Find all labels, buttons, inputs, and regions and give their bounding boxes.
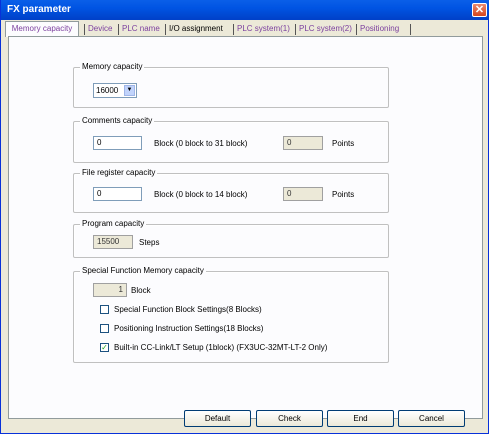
- window-title: FX parameter: [7, 4, 71, 15]
- memory-capacity-legend: Memory capacity: [80, 62, 145, 71]
- positioning-instruction-checkbox[interactable]: [100, 324, 109, 333]
- comments-capacity-legend: Comments capacity: [80, 116, 155, 125]
- tab-positioning[interactable]: Positioning: [360, 22, 399, 36]
- tab-plc-name[interactable]: PLC name: [122, 22, 160, 36]
- cc-link-lt-checkbox[interactable]: ✓: [100, 343, 109, 352]
- tab-separator: [165, 24, 166, 35]
- chevron-down-icon[interactable]: ▼: [124, 85, 135, 96]
- tab-panel: Memory capacity 16000 ▼ Comments capacit…: [8, 36, 483, 427]
- program-capacity-unit: Steps: [139, 238, 160, 247]
- memory-capacity-group: Memory capacity 16000 ▼: [73, 62, 389, 108]
- file-register-range-label: Block (0 block to 14 block): [154, 190, 248, 199]
- tab-separator: [295, 24, 296, 35]
- special-function-block-label: Block: [131, 286, 151, 295]
- default-button[interactable]: Default: [184, 410, 251, 427]
- program-capacity-value: 15500: [93, 235, 133, 249]
- comments-points-value: 0: [283, 136, 323, 150]
- tab-plc-system-1[interactable]: PLC system(1): [237, 22, 290, 36]
- tab-separator: [118, 24, 119, 35]
- tab-plc-system-2[interactable]: PLC system(2): [299, 22, 352, 36]
- tab-io-assignment[interactable]: I/O assignment: [169, 22, 223, 36]
- check-button[interactable]: Check: [256, 410, 323, 427]
- comments-range-label: Block (0 block to 31 block): [154, 139, 248, 148]
- memory-capacity-select[interactable]: 16000 ▼: [93, 83, 137, 98]
- special-function-block-label-text: Special Function Block Settings(8 Blocks…: [114, 305, 262, 314]
- program-capacity-group: Program capacity 15500 Steps: [73, 219, 389, 258]
- cancel-button[interactable]: Cancel: [398, 410, 465, 427]
- file-register-group: File register capacity 0 Block (0 block …: [73, 168, 389, 213]
- memory-capacity-value: 16000: [96, 86, 119, 95]
- title-bar[interactable]: FX parameter ✕: [1, 0, 489, 20]
- tab-separator: [356, 24, 357, 35]
- special-function-block-checkbox[interactable]: [100, 305, 109, 314]
- comments-points-label: Points: [332, 139, 355, 148]
- special-function-legend: Special Function Memory capacity: [80, 266, 206, 275]
- close-icon[interactable]: ✕: [472, 3, 487, 17]
- cc-link-lt-label: Built-in CC-Link/LT Setup (1block) (FX3U…: [114, 343, 328, 352]
- file-register-points-label: Points: [332, 190, 355, 199]
- special-function-block-value: 1: [93, 283, 127, 297]
- tab-memory-capacity[interactable]: Memory capacity: [5, 21, 79, 37]
- file-register-points-value: 0: [283, 187, 323, 201]
- positioning-instruction-label: Positioning Instruction Settings(18 Bloc…: [114, 324, 264, 333]
- tab-device[interactable]: Device: [88, 22, 112, 36]
- tab-separator: [233, 24, 234, 35]
- tab-separator: [84, 24, 85, 35]
- comments-capacity-group: Comments capacity 0 Block (0 block to 31…: [73, 116, 389, 163]
- file-register-input[interactable]: 0: [93, 187, 142, 201]
- tab-separator: [410, 24, 411, 35]
- special-function-group: Special Function Memory capacity 1 Block…: [73, 266, 389, 363]
- program-capacity-legend: Program capacity: [80, 219, 147, 228]
- comments-capacity-input[interactable]: 0: [93, 136, 142, 150]
- file-register-legend: File register capacity: [80, 168, 158, 177]
- fx-parameter-window: FX parameter ✕ Memory capacity Device PL…: [0, 0, 489, 434]
- end-button[interactable]: End: [327, 410, 394, 427]
